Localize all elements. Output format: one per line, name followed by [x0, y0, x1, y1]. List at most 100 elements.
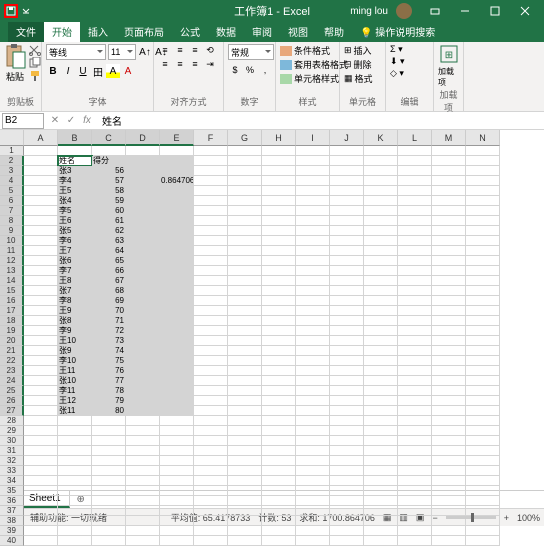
cell[interactable] — [194, 346, 228, 356]
cell[interactable] — [466, 286, 500, 296]
select-all-corner[interactable] — [0, 130, 24, 146]
cell[interactable] — [228, 416, 262, 426]
cell[interactable] — [228, 506, 262, 516]
cell[interactable] — [262, 276, 296, 286]
cell[interactable] — [296, 256, 330, 266]
row-header[interactable]: 6 — [0, 196, 24, 206]
column-header[interactable]: A — [24, 130, 58, 146]
cell[interactable] — [330, 456, 364, 466]
cell[interactable] — [194, 356, 228, 366]
cell[interactable] — [160, 206, 194, 216]
cell[interactable] — [160, 416, 194, 426]
cell[interactable]: 张3 — [58, 166, 92, 176]
cell[interactable] — [262, 406, 296, 416]
cell[interactable] — [432, 306, 466, 316]
cell[interactable] — [330, 296, 364, 306]
cell[interactable]: 70 — [92, 306, 126, 316]
cell[interactable] — [330, 506, 364, 516]
cell[interactable] — [398, 216, 432, 226]
cell[interactable] — [126, 416, 160, 426]
cell[interactable] — [364, 206, 398, 216]
cell[interactable] — [432, 486, 466, 496]
cell[interactable] — [466, 366, 500, 376]
cell[interactable] — [398, 496, 432, 506]
row-header[interactable]: 40 — [0, 536, 24, 546]
column-header[interactable]: B — [58, 130, 92, 146]
cell[interactable] — [296, 386, 330, 396]
cell[interactable] — [466, 496, 500, 506]
cell[interactable] — [364, 336, 398, 346]
cell[interactable] — [398, 466, 432, 476]
cell[interactable] — [126, 466, 160, 476]
cell[interactable] — [262, 166, 296, 176]
cell[interactable] — [24, 406, 58, 416]
cell[interactable] — [432, 206, 466, 216]
cell[interactable] — [24, 436, 58, 446]
cell[interactable] — [160, 356, 194, 366]
cell[interactable] — [330, 216, 364, 226]
cell[interactable] — [126, 386, 160, 396]
cell[interactable] — [92, 526, 126, 536]
cell[interactable] — [364, 496, 398, 506]
cell[interactable] — [466, 216, 500, 226]
cell[interactable] — [194, 446, 228, 456]
cell[interactable] — [398, 206, 432, 216]
align-bottom-icon[interactable]: ≡ — [188, 44, 202, 56]
cell[interactable] — [432, 436, 466, 446]
cell[interactable] — [92, 456, 126, 466]
cell[interactable] — [24, 496, 58, 506]
border-button[interactable]: 田 — [91, 64, 105, 78]
tab-view[interactable]: 视图 — [280, 21, 316, 42]
cell[interactable] — [330, 536, 364, 546]
cell[interactable] — [432, 406, 466, 416]
cell[interactable] — [126, 346, 160, 356]
cell[interactable] — [24, 486, 58, 496]
cell[interactable] — [262, 296, 296, 306]
cell[interactable] — [228, 436, 262, 446]
cell[interactable] — [24, 506, 58, 516]
cell[interactable] — [364, 396, 398, 406]
cell[interactable] — [194, 206, 228, 216]
cell[interactable] — [24, 146, 58, 156]
cell[interactable] — [194, 466, 228, 476]
cell[interactable] — [432, 446, 466, 456]
cell[interactable] — [160, 496, 194, 506]
cell[interactable] — [432, 536, 466, 546]
cell[interactable] — [466, 166, 500, 176]
clear-button[interactable]: ◇ ▾ — [390, 68, 404, 79]
cell[interactable] — [126, 226, 160, 236]
increase-font-icon[interactable]: A↑ — [138, 45, 152, 59]
cell[interactable] — [228, 146, 262, 156]
cell-style-button[interactable]: 单元格样式 — [280, 72, 339, 85]
cell[interactable] — [364, 166, 398, 176]
cell[interactable] — [194, 526, 228, 536]
cell[interactable] — [194, 476, 228, 486]
cell[interactable] — [24, 326, 58, 336]
cell[interactable] — [126, 236, 160, 246]
cell[interactable] — [24, 216, 58, 226]
cell[interactable] — [296, 426, 330, 436]
cell[interactable] — [466, 246, 500, 256]
cell[interactable]: 77 — [92, 376, 126, 386]
cell[interactable] — [398, 366, 432, 376]
cell[interactable] — [466, 386, 500, 396]
cell[interactable] — [330, 406, 364, 416]
cell[interactable] — [330, 256, 364, 266]
cell[interactable]: 76 — [92, 366, 126, 376]
tab-help[interactable]: 帮助 — [316, 21, 352, 42]
cell[interactable] — [262, 346, 296, 356]
cell[interactable] — [24, 346, 58, 356]
column-header[interactable]: K — [364, 130, 398, 146]
cell[interactable] — [432, 176, 466, 186]
cell[interactable] — [228, 236, 262, 246]
cell[interactable] — [194, 296, 228, 306]
cell[interactable] — [262, 466, 296, 476]
cell[interactable] — [58, 446, 92, 456]
cell[interactable] — [296, 396, 330, 406]
cell[interactable]: 64 — [92, 246, 126, 256]
cell[interactable] — [24, 426, 58, 436]
cell[interactable] — [160, 336, 194, 346]
cell[interactable] — [24, 166, 58, 176]
cell[interactable] — [262, 256, 296, 266]
cell[interactable] — [432, 456, 466, 466]
